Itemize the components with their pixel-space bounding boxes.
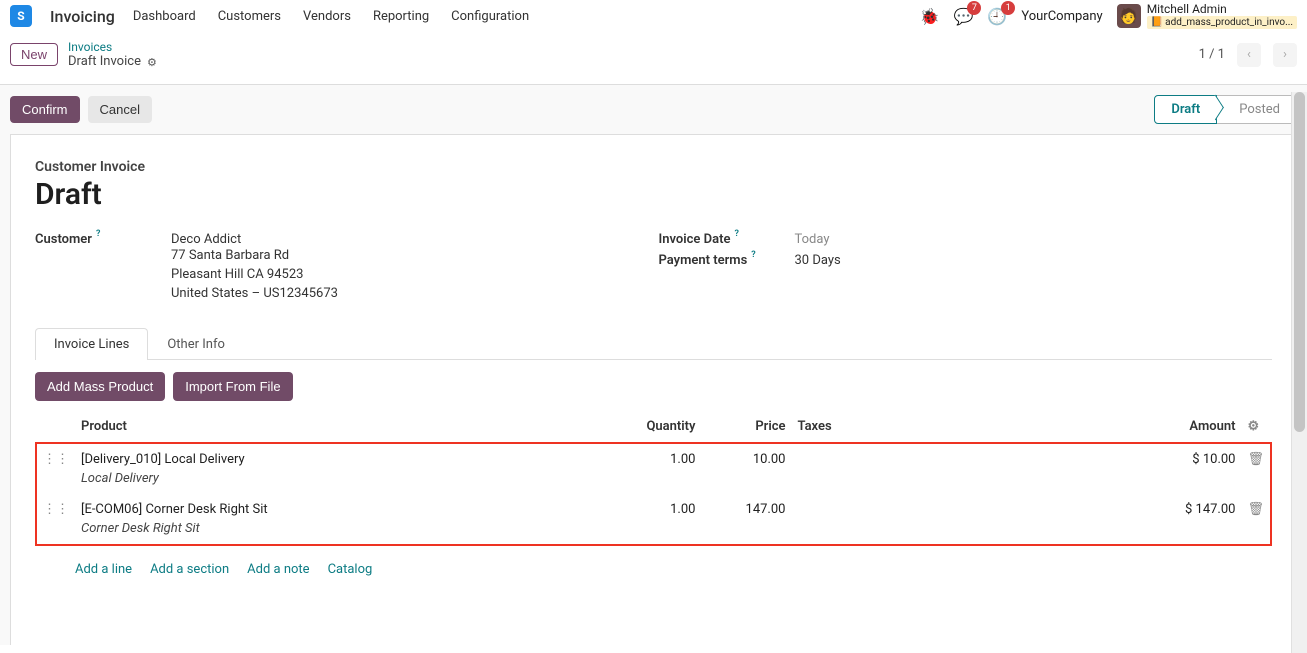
- breadcrumb-current-text: Draft Invoice: [68, 54, 141, 70]
- table-row[interactable]: ⋮⋮ [E-COM06] Corner Desk Right Sit Corne…: [36, 494, 1271, 545]
- breadcrumb-link[interactable]: Invoices: [68, 40, 157, 54]
- database-name: add_mass_product_in_invo...: [1165, 17, 1293, 28]
- column-settings-icon[interactable]: ⚙: [1247, 419, 1259, 434]
- menu-configuration[interactable]: Configuration: [451, 9, 529, 24]
- add-note-link[interactable]: Add a note: [247, 562, 309, 577]
- delete-row-icon[interactable]: 🗑: [1247, 502, 1264, 517]
- customer-addr3: United States – US12345673: [171, 285, 338, 304]
- messages-badge: 7: [967, 1, 981, 15]
- import-from-file-button[interactable]: Import From File: [173, 372, 292, 401]
- line-product-desc: Local Delivery: [81, 471, 605, 486]
- pager-text[interactable]: 1 / 1: [1199, 47, 1225, 62]
- line-price[interactable]: 147.00: [701, 494, 791, 545]
- messages-icon[interactable]: 💬7: [953, 7, 973, 26]
- invoice-date-value: Today: [795, 232, 830, 247]
- database-tag: 📙 add_mass_product_in_invo...: [1147, 16, 1297, 29]
- delete-row-icon[interactable]: 🗑: [1247, 452, 1264, 467]
- invoice-lines-table: Product Quantity Price Taxes Amount ⚙ ⋮⋮…: [35, 411, 1272, 546]
- form-sheet: Customer Invoice Draft Customer ? Deco A…: [10, 134, 1297, 645]
- activities-badge: 1: [1001, 1, 1015, 15]
- col-quantity[interactable]: Quantity: [611, 411, 701, 443]
- drag-handle-icon[interactable]: ⋮⋮: [43, 452, 69, 467]
- customer-addr1: 77 Santa Barbara Rd: [171, 247, 338, 266]
- line-price[interactable]: 10.00: [701, 443, 791, 494]
- customer-name: Deco Addict: [171, 232, 338, 247]
- scrollbar[interactable]: [1291, 92, 1307, 653]
- line-qty[interactable]: 1.00: [611, 443, 701, 494]
- help-icon[interactable]: ?: [751, 251, 755, 266]
- top-menu: Dashboard Customers Vendors Reporting Co…: [133, 9, 529, 24]
- add-section-link[interactable]: Add a section: [150, 562, 229, 577]
- col-product[interactable]: Product: [75, 411, 611, 443]
- status-action-bar: Confirm Cancel Draft Posted: [10, 85, 1297, 134]
- pager: 1 / 1 ‹ ›: [1199, 43, 1297, 67]
- payment-terms-label: Payment terms ?: [659, 253, 779, 268]
- col-amount[interactable]: Amount: [1141, 411, 1241, 443]
- invoice-date-label: Invoice Date ?: [659, 232, 779, 247]
- tab-invoice-lines[interactable]: Invoice Lines: [35, 328, 148, 360]
- confirm-button[interactable]: Confirm: [10, 96, 80, 123]
- menu-vendors[interactable]: Vendors: [303, 9, 351, 24]
- line-qty[interactable]: 1.00: [611, 494, 701, 545]
- line-product-desc: Corner Desk Right Sit: [81, 521, 605, 536]
- user-menu[interactable]: 🧑 Mitchell Admin 📙 add_mass_product_in_i…: [1117, 3, 1297, 29]
- help-icon[interactable]: ?: [734, 230, 738, 245]
- debug-icon[interactable]: 🐞: [920, 7, 940, 26]
- drag-handle-icon[interactable]: ⋮⋮: [43, 502, 69, 517]
- line-taxes[interactable]: [791, 494, 1141, 545]
- payment-terms-value: 30 Days: [795, 253, 841, 268]
- table-row[interactable]: ⋮⋮ [Delivery_010] Local Delivery Local D…: [36, 443, 1271, 494]
- avatar: 🧑: [1117, 4, 1141, 28]
- terms-section: [35, 607, 1272, 637]
- top-menu-bar: S Invoicing Dashboard Customers Vendors …: [0, 0, 1307, 32]
- cancel-button[interactable]: Cancel: [88, 96, 152, 123]
- company-switcher[interactable]: YourCompany: [1021, 9, 1102, 24]
- customer-label: Customer ?: [35, 232, 155, 247]
- payment-terms-field[interactable]: 30 Days: [795, 253, 841, 268]
- menu-customers[interactable]: Customers: [218, 9, 281, 24]
- gear-icon[interactable]: ⚙: [147, 56, 157, 69]
- line-taxes[interactable]: [791, 443, 1141, 494]
- app-icon[interactable]: S: [10, 5, 32, 27]
- line-amount: $ 147.00: [1141, 494, 1241, 545]
- menu-reporting[interactable]: Reporting: [373, 9, 429, 24]
- col-price[interactable]: Price: [701, 411, 791, 443]
- app-name[interactable]: Invoicing: [50, 7, 115, 26]
- line-product-name[interactable]: [Delivery_010] Local Delivery: [81, 452, 605, 467]
- top-right: 🐞 💬7 🕘1 YourCompany 🧑 Mitchell Admin 📙 a…: [920, 3, 1297, 29]
- catalog-link[interactable]: Catalog: [328, 562, 373, 577]
- customer-addr2: Pleasant Hill CA 94523: [171, 266, 338, 285]
- pager-next-icon[interactable]: ›: [1273, 43, 1297, 67]
- doc-type: Customer Invoice: [35, 159, 1272, 175]
- help-icon[interactable]: ?: [96, 230, 100, 245]
- add-line-link[interactable]: Add a line: [75, 562, 132, 577]
- page-title: Draft: [35, 177, 1272, 212]
- status-posted[interactable]: Posted: [1217, 95, 1297, 124]
- add-mass-product-button[interactable]: Add Mass Product: [35, 372, 165, 401]
- add-links: Add a line Add a section Add a note Cata…: [35, 546, 1272, 577]
- user-name: Mitchell Admin: [1147, 3, 1297, 16]
- invoice-date-field[interactable]: Today: [795, 232, 830, 247]
- customer-field[interactable]: Deco Addict 77 Santa Barbara Rd Pleasant…: [171, 232, 338, 304]
- col-taxes[interactable]: Taxes: [791, 411, 1141, 443]
- activities-icon[interactable]: 🕘1: [987, 7, 1007, 26]
- breadcrumb-current: Draft Invoice ⚙: [68, 54, 157, 70]
- status-draft[interactable]: Draft: [1154, 95, 1217, 124]
- new-button[interactable]: New: [10, 43, 58, 66]
- tabs: Invoice Lines Other Info: [35, 328, 1272, 360]
- menu-dashboard[interactable]: Dashboard: [133, 9, 196, 24]
- highlighted-rows: ⋮⋮ [Delivery_010] Local Delivery Local D…: [36, 443, 1271, 545]
- pager-prev-icon[interactable]: ‹: [1237, 43, 1261, 67]
- breadcrumb-row: New Invoices Draft Invoice ⚙ 1 / 1 ‹ ›: [0, 32, 1307, 84]
- tab-other-info[interactable]: Other Info: [148, 328, 244, 360]
- line-product-name[interactable]: [E-COM06] Corner Desk Right Sit: [81, 502, 605, 517]
- form-scroll[interactable]: Confirm Cancel Draft Posted Customer Inv…: [0, 84, 1307, 645]
- status-bar: Draft Posted: [1154, 95, 1297, 124]
- scrollbar-thumb[interactable]: [1294, 92, 1305, 432]
- line-amount: $ 10.00: [1141, 443, 1241, 494]
